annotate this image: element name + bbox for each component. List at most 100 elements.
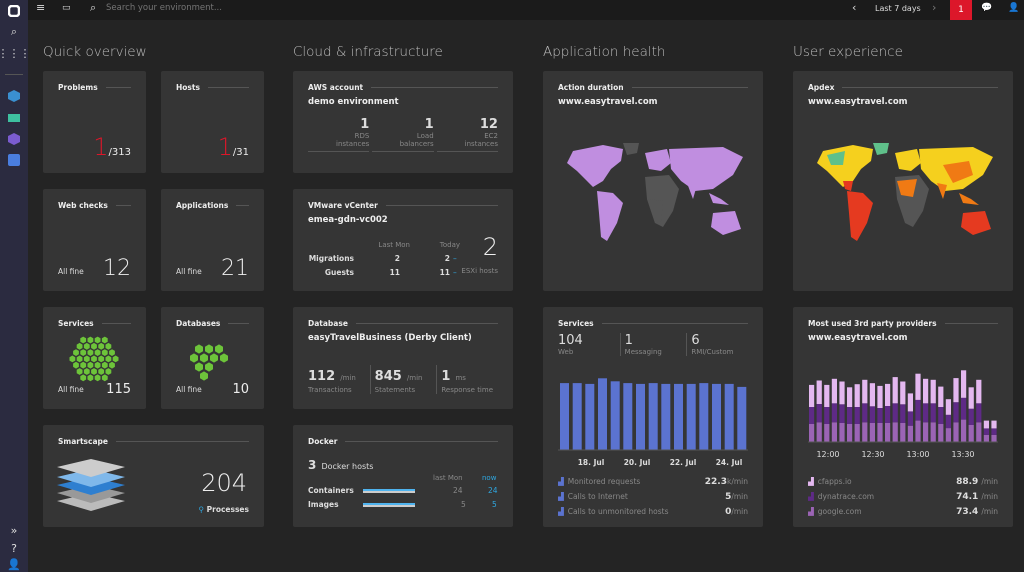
application-name: www.easytravel.com [808,333,908,343]
hexagon [76,355,83,363]
hexagon [220,353,228,363]
row-value: 5 [461,500,466,509]
section-title: Quick overview [43,44,147,60]
bar-segment [900,381,906,405]
applications-tile[interactable]: Applications All fine 21 [161,189,264,291]
col-header: last Mon [433,474,463,482]
expand-icon[interactable]: » [6,522,22,538]
databases-tile[interactable]: Databases All fine 10 [161,307,264,409]
legend-value: 73.4 [956,506,979,517]
screen-icon[interactable]: ▭ [62,3,71,13]
bar [737,386,747,450]
timeframe-selector[interactable]: Last 7 days [875,4,921,13]
help-icon[interactable]: ? [6,540,22,556]
legend-item[interactable]: ▟ dynatrace.com 74.1/min [808,489,998,504]
hexagon [195,362,203,372]
dashboard-icon[interactable] [6,152,22,168]
bar-segment [968,387,974,409]
chart-icon: ▟ [808,477,814,486]
x-tick-label: 12:00 [816,450,839,459]
monitor-icon[interactable] [6,110,22,126]
hosts-tile[interactable]: Hosts 1/31 [161,71,264,173]
problems-open: 1 [93,133,109,161]
hexagon [94,361,101,369]
bar-segment [983,434,989,442]
cloud-hexagon-icon[interactable] [6,88,22,104]
prev-timeframe-icon[interactable]: ‹ [852,1,856,14]
hexagon [94,374,101,382]
db-metric[interactable]: 1 ms Response time [436,365,503,394]
bar-segment [892,403,898,423]
db-metric[interactable]: 845 /min Statements [369,365,437,394]
legend-unit: /min [981,492,998,501]
region-in [937,183,947,199]
smartscape-tile[interactable]: Smartscape 204 ⚲ Processes [43,425,264,527]
bar-segment [809,384,815,407]
database-tile[interactable]: Database easyTravelBusiness (Derby Clien… [293,307,513,409]
chart-icon: ▟ [558,492,564,501]
aws-metric[interactable]: 12 EC2 instances [436,117,498,152]
next-timeframe-icon[interactable]: › [932,1,936,14]
hexagon [91,342,97,350]
bar [560,383,569,450]
aws-metric[interactable]: 1 Load balancers [372,117,434,152]
hexagon [112,355,119,363]
legend-item[interactable]: ▟ Calls to unmonitored hosts 0/min [558,504,748,519]
docker-tile[interactable]: Docker 3 Docker hosts last Mon now Conta… [293,425,513,527]
providers-tile[interactable]: Most used 3rd party providers www.easytr… [793,307,1013,527]
legend-label: cfapps.io [817,477,852,486]
providers-stacked-chart[interactable]: 12:00 12:30 13:00 13:30 [808,367,998,472]
vmware-tile[interactable]: VMware vCenter emea-gdn-vc002 Last Mon T… [293,189,513,291]
menu-icon[interactable]: ≡ [36,1,45,14]
hosts-total: /31 [232,147,249,158]
hexagon [76,368,83,375]
chat-icon[interactable]: 💬 [981,3,992,13]
bar [712,383,721,450]
x-tick-label: 24. Jul [716,458,743,467]
bar-segment [945,414,951,429]
service-metric[interactable]: 104 Web [558,333,620,356]
apdex-world-map[interactable] [813,141,1003,261]
bar-segment [877,408,883,423]
services-tile[interactable]: Services 104 Web 1 Messaging 6 RMI/Custom 18.… [543,307,763,527]
dynatrace-logo-icon[interactable] [6,3,22,19]
bar-segment [907,425,913,442]
legend-item[interactable]: ▟ google.com 73.4/min [808,504,998,519]
metric-label: balancers [399,140,434,148]
services-quick-tile[interactable]: Services All fine 115 [43,307,146,409]
webchecks-tile[interactable]: Web checks All fine 12 [43,189,146,291]
service-metric[interactable]: 1 Messaging [619,333,687,356]
db-metric[interactable]: 112 /min Transactions [308,365,370,394]
bar [598,378,607,450]
services-bar-chart[interactable]: 18. Jul 20. Jul 22. Jul 24. Jul [558,372,748,472]
world-map[interactable] [563,141,753,261]
user-icon[interactable]: 👤 [6,556,22,572]
action-duration-tile[interactable]: Action duration www.easytravel.com [543,71,763,291]
user-icon[interactable]: 👤 [1008,3,1019,13]
trend-icon: – [453,268,457,277]
legend-item[interactable]: ▟ Monitored requests 22.3 k/min [558,474,748,489]
region-au [711,211,741,235]
aws-metric[interactable]: 1 RDS instances [308,117,370,152]
hexagon [205,344,213,354]
service-metric[interactable]: 6 RMI/Custom [686,333,753,356]
problems-badge[interactable]: 1 [950,0,972,20]
aws-tile[interactable]: AWS account demo environment 1 RDS instanc… [293,71,513,173]
search-input[interactable] [106,3,306,13]
legend-label: dynatrace.com [817,492,875,501]
row-value: 24 [453,486,463,495]
search-icon[interactable]: ⌕ [6,24,22,40]
legend-item[interactable]: ▟ cfapps.io 88.9/min [808,474,998,489]
row-value: 24 [488,486,498,495]
problems-tile[interactable]: Problems 1/313 [43,71,146,173]
bar-segment [923,378,929,404]
vcenter-name: emea-gdn-vc002 [308,215,388,225]
legend-unit: k/min [726,477,748,486]
legend-item[interactable]: ▟ Calls to Internet 5/min [558,489,748,504]
hexagon [105,342,112,350]
apps-grid-icon[interactable]: ⋮⋮⋮ [0,45,31,61]
apdex-tile[interactable]: Apdex www.easytravel.com [793,71,1013,291]
cube-icon[interactable] [6,131,22,147]
bar-segment [953,378,959,403]
region-sea [959,193,979,205]
